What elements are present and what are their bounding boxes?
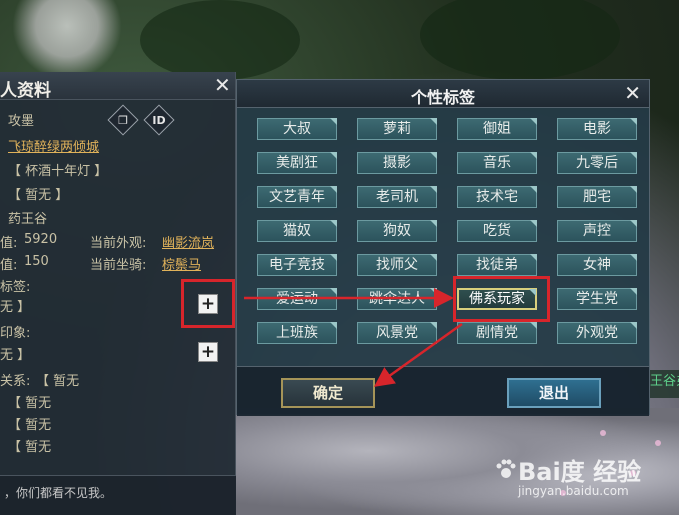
tag-option[interactable]: 爱运动 xyxy=(257,288,337,310)
relation-label: 关系: xyxy=(0,374,31,389)
tag-dialog-title: 个性标签 xyxy=(410,88,475,107)
impression-label: 印象: xyxy=(0,326,31,341)
tag-dialog: 个性标签 ✕ 大叔 萝莉 御姐 电影美剧狂 摄影 音乐 九零后文艺青年 老司机 技术宅 肥宅猫奴狗… xyxy=(236,79,650,416)
baidu-watermark: Bai度 经验 jingyan.baidu.com xyxy=(496,452,676,504)
side-strip-text: 王谷弟 xyxy=(650,370,679,398)
tag-option[interactable]: 猫奴 xyxy=(257,220,337,242)
stat1-label: 值: xyxy=(0,236,18,251)
mount-link[interactable]: 棕鬃马 xyxy=(162,254,201,273)
stat1-value: 5920 xyxy=(24,232,58,247)
background-petal xyxy=(655,440,661,446)
tag-option[interactable]: 美剧狂 xyxy=(257,152,337,174)
relation-row: 【 暂无 xyxy=(8,396,52,411)
relation-row: 【 暂无 xyxy=(8,440,52,455)
tag-option[interactable]: 电影 xyxy=(557,118,637,140)
tag-dialog-footer: 确定 退出 xyxy=(237,366,649,416)
tag-option[interactable]: 萝莉 xyxy=(357,118,437,140)
id-button[interactable]: ID xyxy=(143,104,175,136)
tag-option[interactable]: 声控 xyxy=(557,220,637,242)
tag-dialog-close-icon[interactable]: ✕ xyxy=(624,83,641,103)
copy-icon: ❐ xyxy=(118,113,128,127)
impression-value: 无 】 xyxy=(0,348,31,363)
relation-value: 【 暂无 xyxy=(36,374,80,389)
tag-option[interactable]: 剧情党 xyxy=(457,322,537,344)
profile-panel: 人资料 ✕ 攻墨 ❐ ID 飞琼醉绿两倾城 【 杯酒十年灯 】 【 暂无 】 药… xyxy=(0,72,236,515)
profile-title: 人资料 xyxy=(0,81,51,101)
guild-link[interactable]: 飞琼醉绿两倾城 xyxy=(8,136,99,155)
tag-option[interactable]: 吃货 xyxy=(457,220,537,242)
profile-close-icon[interactable]: ✕ xyxy=(214,75,231,95)
spouse-tag: 【 暂无 】 xyxy=(8,188,69,203)
background-foliage xyxy=(420,0,620,80)
watermark-sub: jingyan.baidu.com xyxy=(518,484,629,498)
tag-option[interactable]: 文艺青年 xyxy=(257,186,337,208)
tag-option[interactable]: 电子竞技 xyxy=(257,254,337,276)
appearance-link[interactable]: 幽影流岚 xyxy=(162,232,214,251)
tag-option[interactable]: 风景党 xyxy=(357,322,437,344)
stat2-label: 值: xyxy=(0,258,18,273)
tag-option[interactable]: 上班族 xyxy=(257,322,337,344)
tag-option[interactable]: 九零后 xyxy=(557,152,637,174)
copy-name-button[interactable]: ❐ xyxy=(107,104,139,136)
highlight-add-tag-box xyxy=(181,279,235,328)
school-name: 药王谷 xyxy=(8,212,48,227)
tag-option[interactable]: 找徒弟 xyxy=(457,254,537,276)
tag-option[interactable]: 女神 xyxy=(557,254,637,276)
stat2-value: 150 xyxy=(24,254,49,269)
confirm-button[interactable]: 确定 xyxy=(281,378,375,408)
signature-footer: ，你们都看不见我。 xyxy=(0,475,236,515)
exit-button[interactable]: 退出 xyxy=(507,378,601,408)
mount-label: 当前坐骑: xyxy=(90,258,147,273)
background-horse xyxy=(12,0,122,80)
signature-text: ，你们都看不见我。 xyxy=(4,486,113,500)
tag-option[interactable]: 音乐 xyxy=(457,152,537,174)
paw-logo-icon xyxy=(496,459,516,478)
title-tag: 【 杯酒十年灯 】 xyxy=(8,164,108,179)
tag-option[interactable]: 找师父 xyxy=(357,254,437,276)
tags-value: 无 】 xyxy=(0,300,31,315)
tag-option[interactable]: 学生党 xyxy=(557,288,637,310)
tag-option[interactable]: 外观党 xyxy=(557,322,637,344)
tag-option[interactable]: 跳伞达人 xyxy=(357,288,437,310)
tag-option[interactable]: 肥宅 xyxy=(557,186,637,208)
tag-option[interactable]: 大叔 xyxy=(257,118,337,140)
tag-dialog-header: 个性标签 ✕ xyxy=(237,80,649,108)
highlight-selected-tag-box xyxy=(453,276,550,322)
player-name: 攻墨 xyxy=(8,114,35,129)
appearance-label: 当前外观: xyxy=(90,236,147,251)
tag-option[interactable]: 技术宅 xyxy=(457,186,537,208)
tag-option[interactable]: 老司机 xyxy=(357,186,437,208)
relation-row: 【 暂无 xyxy=(8,418,52,433)
add-impression-button[interactable]: + xyxy=(198,342,218,362)
background-foliage xyxy=(140,0,300,80)
tag-option[interactable]: 御姐 xyxy=(457,118,537,140)
tag-option[interactable]: 摄影 xyxy=(357,152,437,174)
tags-label: 标签: xyxy=(0,280,31,295)
background-petal xyxy=(600,430,606,436)
watermark-main: Bai度 经验 xyxy=(518,458,642,486)
tag-option[interactable]: 狗奴 xyxy=(357,220,437,242)
